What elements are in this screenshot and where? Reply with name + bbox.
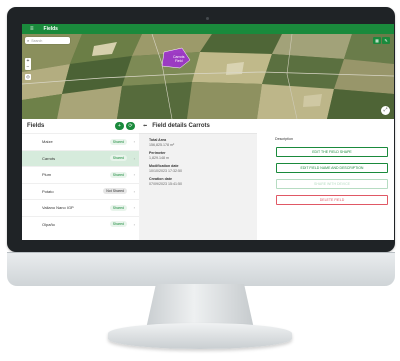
total-area-value: 156,825.178 m² xyxy=(149,143,175,147)
map-tools: ▦ ✎ xyxy=(372,37,390,44)
map-imagery xyxy=(22,34,394,119)
field-name: Olpaño xyxy=(42,221,55,227)
list-item[interactable]: Olpaño Shared › xyxy=(22,215,139,233)
locate-icon[interactable]: ◎ xyxy=(25,74,31,80)
list-item[interactable]: Carrots Shared › xyxy=(22,149,139,166)
map-search-input[interactable]: ⌕ Search xyxy=(25,37,70,44)
details-header: ⬅ Field details Carrots xyxy=(139,119,394,133)
modification-date: Modification date 10/10/2023 17:32:50 xyxy=(149,164,257,173)
fullscreen-icon[interactable]: ⤢ xyxy=(381,106,390,115)
zoom-out-button[interactable]: − xyxy=(25,64,31,70)
total-area: Total Area 156,825.178 m² xyxy=(149,138,257,147)
chevron-right-icon: › xyxy=(133,139,135,145)
perimeter-label: Perimeter xyxy=(149,151,166,155)
monitor-stand-neck xyxy=(146,284,254,326)
field-name: Valiano Nano IGP xyxy=(42,205,74,211)
back-arrow-icon[interactable]: ⬅ xyxy=(143,123,147,129)
add-field-button[interactable]: + xyxy=(115,122,124,130)
status-badge: Shared xyxy=(109,204,127,211)
edit-field-name-button[interactable]: EDIT FIELD NAME AND DESCRIPTION xyxy=(276,163,388,173)
layers-icon[interactable]: ▦ xyxy=(373,37,381,44)
map-field-label: Carrots Field xyxy=(173,55,184,64)
satellite-map[interactable]: Carrots Field ⌕ Search + − ◎ ▦ ✎ ⤢ xyxy=(22,34,394,119)
zoom-control: + − xyxy=(25,58,31,70)
total-area-label: Total Area xyxy=(149,138,167,142)
fields-panel: Fields + ⟳ Maize Shared › Carrots Shared… xyxy=(22,119,140,240)
field-name: Maize xyxy=(42,139,53,145)
details-title: Field details Carrots xyxy=(152,123,210,129)
hamburger-icon[interactable]: ≡ xyxy=(30,24,34,34)
chevron-right-icon: › xyxy=(133,221,135,227)
field-details-panel: ⬅ Field details Carrots Total Area 156,8… xyxy=(139,119,394,240)
app-screen: ≡ Fields Carrots Field ⌕ Search + − ◎ ▦ … xyxy=(22,24,394,240)
modification-date-label: Modification date xyxy=(149,164,179,168)
edit-icon[interactable]: ✎ xyxy=(382,37,390,44)
fields-header: Fields + ⟳ xyxy=(22,119,139,133)
camera-icon xyxy=(206,17,209,20)
chevron-right-icon: › xyxy=(133,172,135,178)
description-label: Description xyxy=(275,137,293,141)
field-name: Carrots xyxy=(42,155,56,161)
sync-icon[interactable]: ⟳ xyxy=(126,122,135,130)
list-item[interactable]: Maize Shared › xyxy=(22,133,139,150)
list-item[interactable]: Plum Shared › xyxy=(22,166,139,183)
list-item[interactable]: Valiano Nano IGP Shared › xyxy=(22,199,139,216)
map-field-label-type: Field xyxy=(174,58,183,63)
description-actions: Description EDIT THE FIELD SHAPE EDIT FI… xyxy=(266,133,394,205)
chevron-right-icon: › xyxy=(133,155,135,161)
creation-date-label: Creation date xyxy=(149,177,172,181)
status-badge: Shared xyxy=(109,221,127,228)
monitor-chin xyxy=(7,252,395,286)
share-with-device-button[interactable]: SHARE WITH DEVICE xyxy=(276,179,388,189)
app-header: ≡ Fields xyxy=(22,24,394,34)
monitor-stand-base xyxy=(108,323,292,349)
search-icon: ⌕ xyxy=(27,38,30,43)
edit-field-shape-button[interactable]: EDIT THE FIELD SHAPE xyxy=(276,147,388,157)
modification-date-value: 10/10/2023 17:32:50 xyxy=(149,169,182,173)
field-name: Potato xyxy=(42,188,54,194)
field-name: Plum xyxy=(42,172,52,178)
perimeter: Perimeter 1,829.148 m xyxy=(149,151,257,160)
map-search-placeholder: Search xyxy=(31,38,43,43)
creation-date-value: 07/09/2023 15:41:50 xyxy=(149,182,182,186)
creation-date: Creation date 07/09/2023 15:41:50 xyxy=(149,177,257,186)
field-info: Total Area 156,825.178 m² Perimeter 1,82… xyxy=(139,133,257,240)
list-item[interactable]: Potato Not Shared › xyxy=(22,182,139,200)
delete-field-button[interactable]: DELETE FIELD xyxy=(276,195,388,205)
status-badge: Shared xyxy=(109,138,127,145)
status-badge: Shared xyxy=(109,171,127,178)
chevron-right-icon: › xyxy=(133,205,135,211)
status-badge: Not Shared xyxy=(103,188,127,195)
perimeter-value: 1,829.148 m xyxy=(149,156,169,160)
status-badge: Shared xyxy=(109,155,127,162)
fields-title: Fields xyxy=(27,123,45,129)
app-title: Fields xyxy=(43,26,58,32)
chevron-right-icon: › xyxy=(133,188,135,194)
